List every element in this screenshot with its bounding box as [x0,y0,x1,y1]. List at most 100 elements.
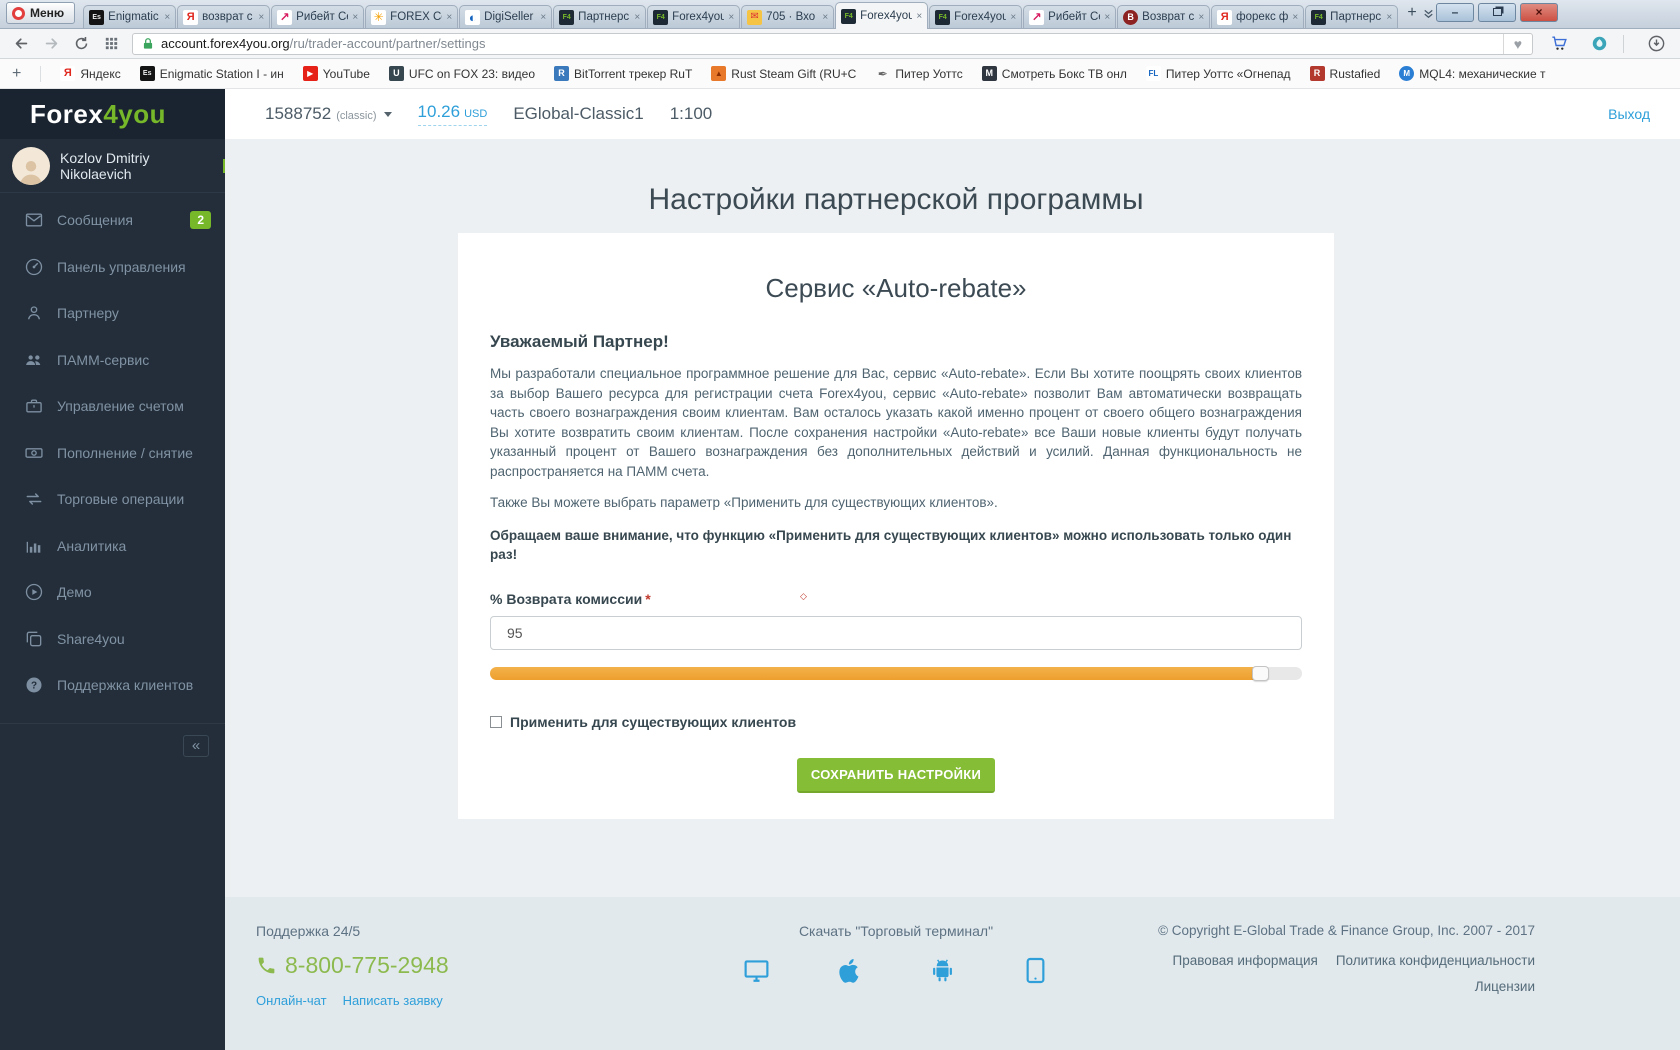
window-minimize-button[interactable]: – [1436,2,1474,22]
bookmark-item[interactable]: R BitTorrent трекер RuT [554,66,692,81]
ticket-link[interactable]: Написать заявку [343,993,443,1008]
tab-close-icon[interactable]: × [164,12,170,23]
forex4you-logo[interactable]: Forex 4you [0,89,225,139]
account-bar: 1588752 (classic) 10.26 USD EGlobal-Clas… [225,89,1680,139]
tab-close-icon[interactable]: × [1198,12,1204,23]
logout-link[interactable]: Выход [1608,106,1650,122]
tab-close-icon[interactable]: × [446,12,452,23]
browser-tab[interactable]: F4 Партнерс × [553,5,647,28]
bookmark-item[interactable]: ▶ YouTube [302,66,370,81]
bookmark-item[interactable]: Я Яндекс [60,66,121,81]
speed-dial-icon[interactable] [98,32,124,56]
tab-close-icon[interactable]: × [1010,12,1016,23]
licenses-link[interactable]: Лицензии [1158,979,1535,994]
browser-window: Меню Es Enigmatic × Явозврат с × ↗ Рибейт Се × ✳… [0,0,1680,1050]
sidebar-item-demo[interactable]: Демо [0,569,225,616]
rustafied-favicon: R [1309,66,1325,81]
account-selector[interactable]: 1588752 (classic) [265,104,392,124]
tab-close-icon[interactable]: × [540,12,546,23]
tab-close-icon[interactable]: × [916,11,922,22]
sidebar-collapse-button[interactable]: « [183,734,209,757]
commission-input[interactable] [490,615,1302,650]
cart-extension-icon[interactable] [1545,32,1573,56]
browser-tab[interactable]: В Возврат с × [1117,5,1211,28]
slider-handle[interactable] [1252,665,1270,681]
tab-list-icon[interactable] [1421,3,1436,24]
privacy-policy-link[interactable]: Политика конфиденциальности [1336,953,1535,968]
sidebar-item-analytics[interactable]: Аналитика [0,523,225,570]
copyright-text: © Copyright E-Global Trade & Finance Gro… [1158,923,1535,938]
online-chat-link[interactable]: Онлайн-чат [256,993,327,1008]
browser-tab[interactable]: F4 Forex4you × [929,5,1023,28]
commission-field-label: % Возврата комиссии * ◇ [490,591,1302,607]
tablet-icon[interactable] [1021,956,1050,985]
drop-extension-icon[interactable] [1585,32,1613,56]
browser-tab[interactable]: ✉ 705 · Вхо × [741,5,835,28]
sidebar-item-trading-operations[interactable]: Торговые операции [0,476,225,523]
bookmark-item[interactable]: Es Enigmatic Station I - ин [139,66,284,81]
bookmark-item[interactable]: R Rustafied [1309,66,1380,81]
tab-close-icon[interactable]: × [1292,12,1298,23]
tab-close-icon[interactable]: × [1104,12,1110,23]
tab-close-icon[interactable]: × [822,12,828,23]
browser-tab[interactable]: F4 Forex4you × [647,5,741,28]
downloads-icon[interactable] [1642,32,1670,56]
new-tab-button[interactable]: + [1405,3,1419,24]
user-profile[interactable]: Kozlov Dmitriy Nikolaevich [0,139,225,193]
window-close-button[interactable]: × [1520,2,1558,22]
tab-close-icon[interactable]: × [634,12,640,23]
window-restore-button[interactable] [1478,2,1516,22]
browser-menu-button[interactable]: Меню [6,2,76,24]
sidebar-item-label: Панель управления [57,258,186,275]
sidebar-item-partner[interactable]: Партнеру [0,290,225,337]
bookmark-heart-icon[interactable]: ♥ [1502,33,1532,54]
support-phone[interactable]: 8-800-775-2948 [285,952,449,979]
tab-close-icon[interactable]: × [352,12,358,23]
bookmark-item[interactable]: U UFC on FOX 23: видео [388,66,535,81]
apply-existing-checkbox[interactable] [490,715,502,728]
sidebar-item-messages[interactable]: Сообщения 2 [0,197,225,244]
browser-tab[interactable]: ◐ DigiSeller × [459,5,553,28]
browser-tab[interactable]: F4 Партнерс × [1305,5,1399,28]
bookmark-item[interactable]: ▲ Rust Steam Gift (RU+C [711,66,856,81]
tab-close-icon[interactable]: × [728,12,734,23]
browser-tab[interactable]: ↗ Рибейт Се × [271,5,365,28]
tab-close-icon[interactable]: × [258,12,264,23]
bookmark-item[interactable]: M Смотреть Бокс ТВ онл [981,66,1127,81]
browser-tab[interactable]: Es Enigmatic × [83,5,177,28]
sidebar-item-client-support[interactable]: ? Поддержка клиентов [0,662,225,709]
apply-existing-row[interactable]: Применить для существующих клиентов [490,714,1302,730]
account-balance[interactable]: 10.26 USD [417,102,488,126]
forward-button[interactable] [38,32,64,56]
legal-info-link[interactable]: Правовая информация [1172,953,1317,968]
legal-column: © Copyright E-Global Trade & Finance Gro… [1158,923,1535,994]
sidebar-item-dashboard[interactable]: Панель управления [0,244,225,291]
balance-currency: USD [464,108,488,120]
rebate-favicon: ↗ [1029,9,1045,25]
add-bookmark-button[interactable]: + [12,65,21,83]
apple-icon[interactable] [835,956,864,985]
android-icon[interactable] [928,956,957,985]
sidebar-item-pamm[interactable]: ПАММ-сервис [0,337,225,384]
browser-tab[interactable]: ✳ FOREX Co × [365,5,459,28]
back-button[interactable] [8,32,34,56]
address-bar[interactable]: account.forex4you.org /ru/trader-account… [132,32,1533,55]
save-settings-button[interactable]: СОХРАНИТЬ НАСТРОЙКИ [796,757,996,793]
sidebar-item-share4you[interactable]: Share4you [0,616,225,663]
sidebar-item-account-management[interactable]: Управление счетом [0,383,225,430]
browser-tab[interactable]: Яфорекс ф × [1211,5,1305,28]
browser-tab[interactable]: ↗ Рибейт Се × [1023,5,1117,28]
desktop-monitor-icon[interactable] [742,956,771,985]
browser-tab[interactable]: F4 Forex4you × [835,2,929,29]
sidebar-item-deposit-withdraw[interactable]: Пополнение / снятие [0,430,225,477]
bookmark-item[interactable]: M MQL4: механические т [1399,66,1546,81]
tab-title: Партнерс [578,11,630,23]
browser-tab[interactable]: Явозврат с × [177,5,271,28]
sidebar-item-label: Share4you [57,630,125,647]
sidebar-nav: Сообщения 2 Панель управления Партнеру ПАММ-… [0,193,225,709]
tab-close-icon[interactable]: × [1386,12,1392,23]
commission-slider[interactable] [490,665,1302,681]
bookmark-item[interactable]: ✒ Питер Уоттс [875,66,963,81]
bookmark-item[interactable]: FL Питер Уоттс «Огнепад [1145,66,1291,81]
reload-button[interactable] [68,32,94,56]
